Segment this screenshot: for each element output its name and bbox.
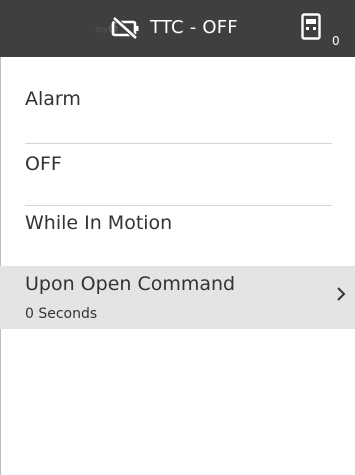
chevron-right-icon xyxy=(337,287,346,301)
menu-item-sublabel: 0 Seconds xyxy=(25,306,98,322)
menu-item-label: Upon Open Command xyxy=(25,273,236,295)
battery-off-icon xyxy=(111,17,139,39)
panel-count: 0 xyxy=(332,34,340,48)
menu-item-while-in-motion[interactable]: While In Motion xyxy=(0,206,355,266)
menu-item-label: While In Motion xyxy=(25,212,173,234)
myq-logo-prefix: my xyxy=(95,25,108,34)
menu-item-alarm[interactable]: Alarm xyxy=(0,57,355,143)
menu-item-upon-open-command[interactable]: Upon Open Command 0 Seconds xyxy=(0,266,355,329)
menu-item-label: OFF xyxy=(25,153,62,175)
status-bar: myQ TTC - OFF 0 xyxy=(0,0,355,57)
ttc-status-text: TTC - OFF xyxy=(150,17,238,38)
menu-item-label: Alarm xyxy=(25,88,81,110)
menu-item-off[interactable]: OFF xyxy=(0,144,355,205)
panel-icon xyxy=(301,13,321,40)
